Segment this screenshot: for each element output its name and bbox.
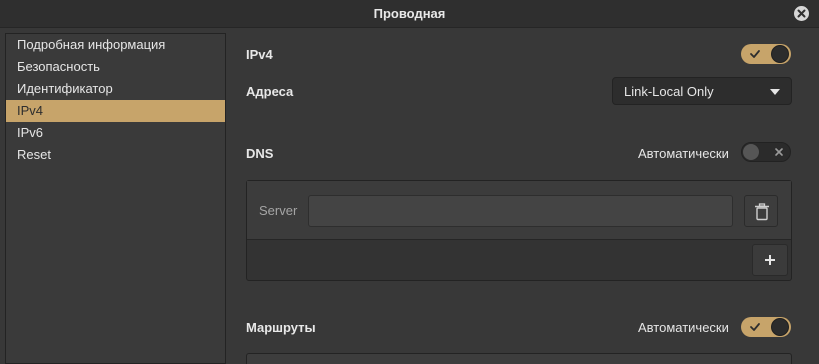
routes-auto-toggle[interactable] <box>741 317 791 337</box>
plus-icon <box>765 255 775 265</box>
sidebar-item-security[interactable]: Безопасность <box>6 56 225 78</box>
server-label: Server <box>259 203 298 218</box>
routes-list <box>246 353 792 364</box>
trash-icon <box>755 203 769 221</box>
routes-heading: Маршруты <box>246 320 316 335</box>
check-icon <box>750 323 760 331</box>
x-icon <box>775 148 783 156</box>
sidebar-item-ipv6[interactable]: IPv6 <box>6 122 225 144</box>
sidebar-item-label: IPv6 <box>17 125 44 140</box>
routes-auto-label: Автоматически <box>638 320 729 335</box>
sidebar-item-label: Идентификатор <box>17 81 113 96</box>
dns-auto-toggle[interactable] <box>741 142 791 162</box>
sidebar-item-ipv4[interactable]: IPv4 <box>6 100 225 122</box>
ipv4-heading: IPv4 <box>246 47 273 62</box>
toggle-knob <box>771 45 789 63</box>
check-icon <box>750 50 760 58</box>
window-title: Проводная <box>373 6 446 21</box>
chevron-down-icon <box>770 89 780 95</box>
sidebar-item-details[interactable]: Подробная информация <box>6 34 225 56</box>
ipv4-toggle[interactable] <box>741 44 791 64</box>
sidebar-item-reset[interactable]: Reset <box>6 144 225 166</box>
toggle-knob <box>742 143 760 161</box>
sidebar: Подробная информация Безопасность Иденти… <box>5 33 226 364</box>
sidebar-item-label: Безопасность <box>17 59 100 74</box>
dns-heading: DNS <box>246 146 274 161</box>
dns-server-input[interactable] <box>308 195 733 227</box>
close-icon <box>797 9 806 18</box>
settings-content: IPv4 Адреса Link-Local Only DNS Автомати… <box>226 29 819 364</box>
window-titlebar: Проводная <box>0 0 819 28</box>
dns-server-row: Server <box>247 181 791 240</box>
dns-server-list: Server <box>246 180 792 281</box>
sidebar-item-identity[interactable]: Идентификатор <box>6 78 225 100</box>
add-server-button[interactable] <box>752 244 788 276</box>
delete-server-button[interactable] <box>744 195 778 227</box>
sidebar-item-label: IPv4 <box>17 103 44 118</box>
addresses-label: Адреса <box>246 84 294 99</box>
dns-auto-label: Автоматически <box>638 146 729 161</box>
ipv4-method-select[interactable]: Link-Local Only <box>612 77 792 105</box>
ipv4-method-value: Link-Local Only <box>624 84 714 99</box>
sidebar-item-label: Подробная информация <box>17 37 166 52</box>
sidebar-item-label: Reset <box>17 147 51 162</box>
close-button[interactable] <box>794 6 809 21</box>
toggle-knob <box>771 318 789 336</box>
